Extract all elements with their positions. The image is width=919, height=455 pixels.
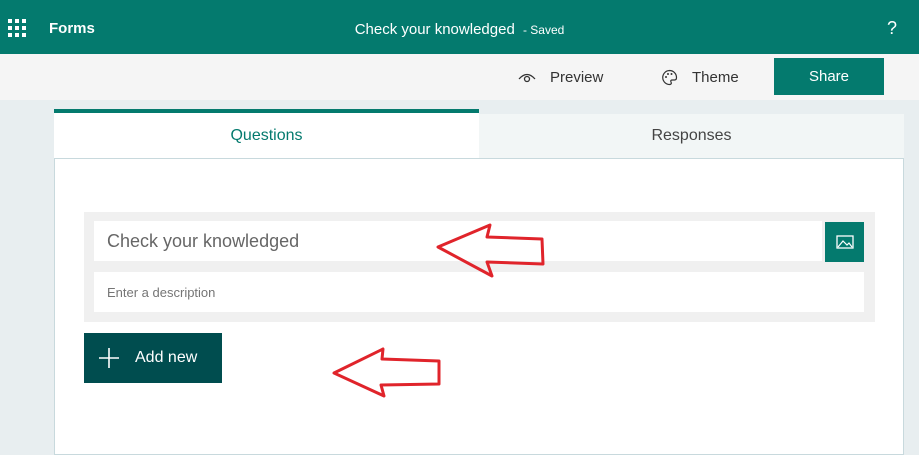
share-button[interactable]: Share: [774, 58, 884, 95]
app-header: Forms Check your knowledged - Saved ?: [0, 0, 919, 54]
add-new-button[interactable]: Add new: [84, 333, 222, 383]
add-new-label: Add new: [135, 349, 198, 366]
theme-label: Theme: [692, 69, 739, 86]
annotation-arrow-icon: [436, 223, 545, 278]
annotation-arrow-icon: [332, 347, 441, 398]
preview-label: Preview: [550, 69, 604, 86]
document-title: Check your knowledged - Saved: [0, 21, 919, 38]
questions-panel: Add new: [54, 158, 904, 455]
tab-questions[interactable]: Questions: [54, 109, 479, 158]
document-title-text: Check your knowledged: [354, 21, 515, 38]
save-status: - Saved: [522, 23, 565, 37]
insert-image-button[interactable]: [825, 222, 864, 262]
plus-icon: [99, 348, 119, 368]
form-card: Questions Responses Add new: [54, 109, 904, 455]
help-button[interactable]: ?: [887, 18, 897, 39]
eye-icon: [518, 73, 536, 82]
command-bar: Preview Theme Share: [0, 54, 919, 100]
tab-responses[interactable]: Responses: [479, 114, 904, 158]
theme-button[interactable]: Theme: [661, 69, 739, 86]
form-description-input[interactable]: [94, 272, 864, 312]
palette-icon: [662, 69, 678, 86]
preview-button[interactable]: Preview: [518, 69, 603, 86]
image-icon: [835, 235, 854, 249]
